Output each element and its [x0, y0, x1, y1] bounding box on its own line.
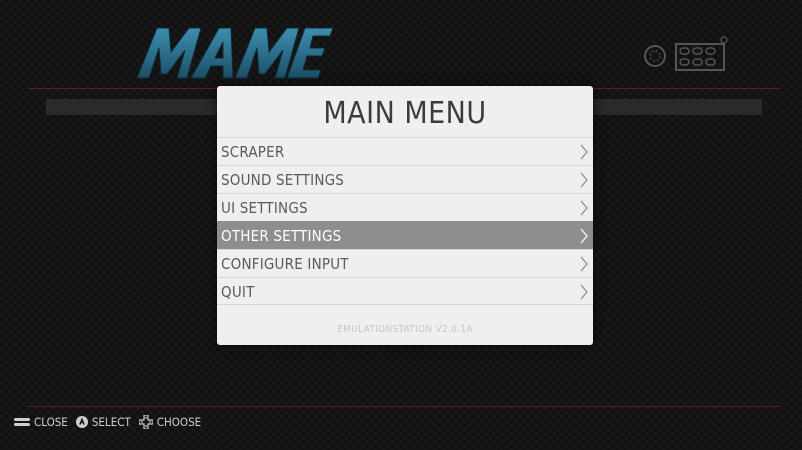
menu-item-configure-input[interactable]: CONFIGURE INPUT — [217, 249, 593, 277]
help-close-label: CLOSE — [34, 415, 68, 429]
chevron-right-icon — [580, 200, 588, 216]
menu-title: MAIN MENU — [323, 96, 487, 131]
a-button-icon — [75, 416, 88, 428]
footer-divider — [28, 406, 780, 407]
menu-item-label: CONFIGURE INPUT — [221, 255, 349, 273]
dpad-icon — [138, 415, 153, 429]
menu-item-label: UI SETTINGS — [221, 199, 308, 217]
menu-item-scraper[interactable]: SCRAPER — [217, 137, 593, 165]
menu-item-sound-settings[interactable]: SOUND SETTINGS — [217, 165, 593, 193]
menu-item-other-settings[interactable]: OTHER SETTINGS — [217, 221, 593, 249]
system-hardware-icon — [644, 36, 728, 71]
chevron-right-icon — [580, 256, 588, 272]
chevron-right-icon — [580, 144, 588, 160]
menu-item-quit[interactable]: QUIT — [217, 277, 593, 305]
main-menu-dialog: MAIN MENU SCRAPER SOUND SETTINGS UI SETTIN… — [217, 86, 593, 345]
version-label: EMULATIONSTATION V2.0.1A — [337, 324, 473, 335]
chevron-right-icon — [580, 172, 588, 188]
help-bar: CLOSE SELECT CHOOSE — [14, 414, 205, 430]
screen-background: MAIN MENU SCRAPER SOUND SETTINGS UI SETTIN… — [0, 0, 802, 450]
chevron-right-icon — [580, 228, 588, 244]
menu-list: SCRAPER SOUND SETTINGS UI SETTINGS OTHER SE… — [217, 137, 593, 305]
menu-item-label: SOUND SETTINGS — [221, 171, 345, 189]
menu-item-label: SCRAPER — [221, 143, 285, 161]
help-choose-label: CHOOSE — [156, 415, 202, 429]
system-logo — [136, 27, 334, 79]
help-select-label: SELECT — [91, 415, 131, 429]
start-button-icon — [14, 418, 30, 426]
menu-item-label: OTHER SETTINGS — [221, 227, 342, 245]
menu-item-ui-settings[interactable]: UI SETTINGS — [217, 193, 593, 221]
menu-item-label: QUIT — [221, 283, 255, 301]
chevron-right-icon — [580, 284, 588, 300]
